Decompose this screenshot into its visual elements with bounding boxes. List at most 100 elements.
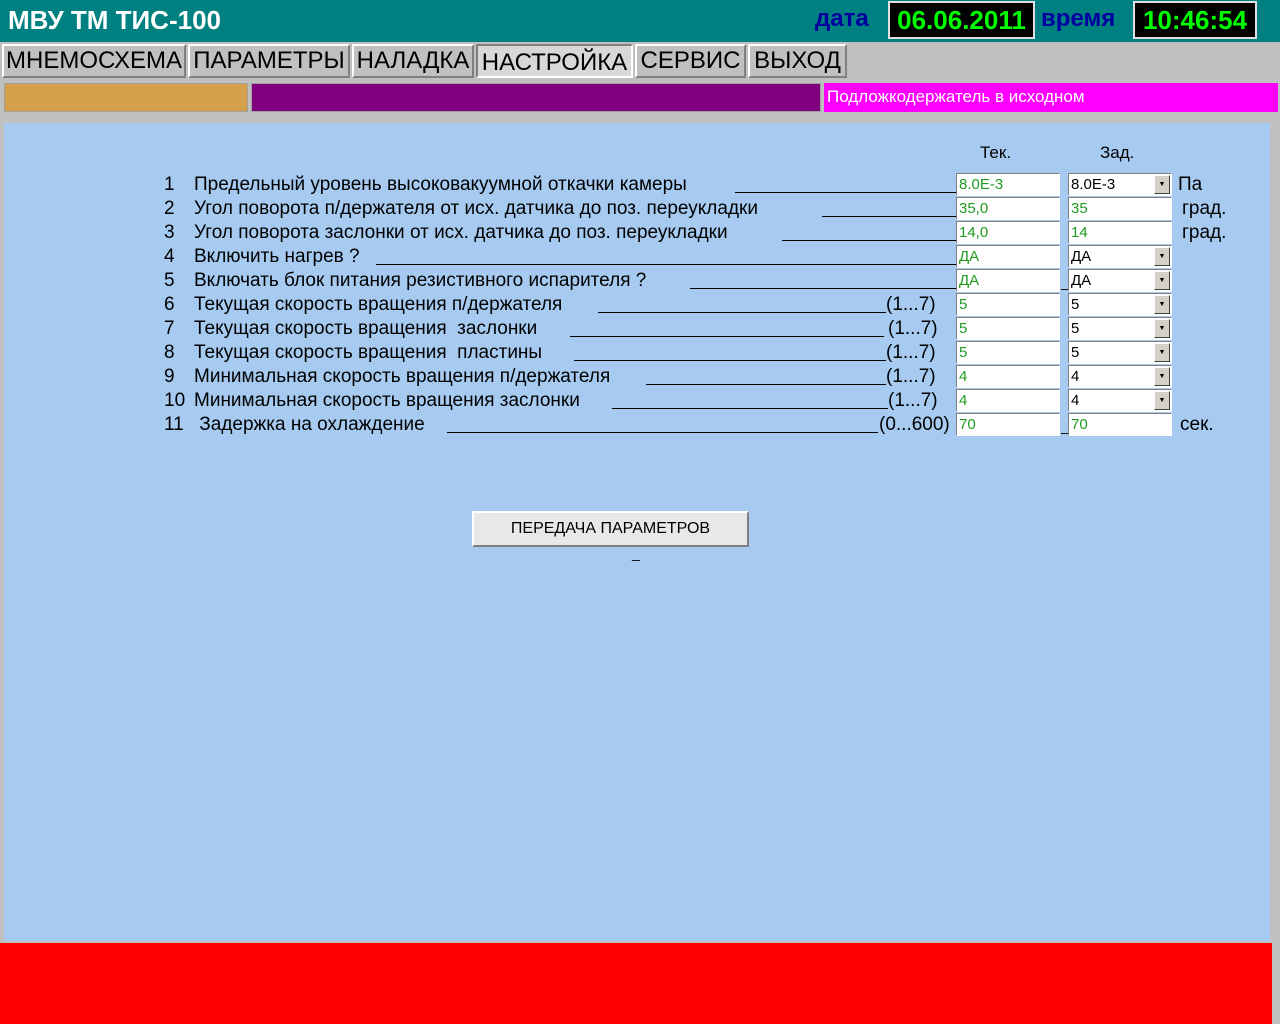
chevron-down-icon[interactable]: ▼	[1154, 247, 1170, 266]
current-value-field: 70	[956, 413, 1060, 436]
leader-line	[646, 384, 886, 385]
unit-label: Па	[1178, 174, 1203, 195]
parameter-label: Минимальная скорость вращения заслонки	[194, 390, 580, 411]
setpoint-value: 4	[1071, 392, 1080, 409]
tab-settings[interactable]: НАСТРОЙКА	[476, 44, 633, 78]
status-indicator-1	[4, 83, 248, 112]
setpoint-select[interactable]: 8.0E-3 ▼	[1068, 173, 1172, 196]
setpoint-input[interactable]: 35	[1068, 197, 1172, 220]
range-label: (1...7)	[886, 294, 936, 315]
chevron-down-icon[interactable]: ▼	[1154, 391, 1170, 410]
setpoint-select[interactable]: ДА ▼	[1068, 245, 1172, 268]
parameter-label: Включать блок питания резистивного испар…	[194, 270, 647, 291]
menu-bar: МНЕМОСХЕМА ПАРАМЕТРЫ НАЛАДКА НАСТРОЙКА С…	[0, 42, 1280, 78]
time-label: время	[1041, 5, 1116, 32]
current-value-field: 8.0E-3	[956, 173, 1060, 196]
row-number: 6	[164, 294, 175, 315]
setpoint-select[interactable]: ДА ▼	[1068, 269, 1172, 292]
setpoint-input[interactable]: 14	[1068, 221, 1172, 244]
setpoint-select[interactable]: 4 ▼	[1068, 365, 1172, 388]
parameter-label: Включить нагрев ?	[194, 246, 360, 267]
setpoint-select[interactable]: 5 ▼	[1068, 317, 1172, 340]
current-value-field: 4	[956, 365, 1060, 388]
current-value-field: 5	[956, 317, 1060, 340]
setpoint-value: 5	[1071, 320, 1080, 337]
setpoint-select[interactable]: 5 ▼	[1068, 293, 1172, 316]
leader-line	[447, 432, 878, 433]
unit-label: град.	[1182, 222, 1227, 243]
chevron-down-icon[interactable]: ▼	[1154, 295, 1170, 314]
row-number: 11	[164, 414, 184, 435]
parameter-row: 6 Текущая скорость вращения п/держателя …	[4, 292, 1270, 316]
setpoint-input[interactable]: 70	[1068, 413, 1172, 436]
leader-line	[782, 240, 956, 241]
parameter-row: 9 Минимальная скорость вращения п/держат…	[4, 364, 1270, 388]
time-display: 10:46:54	[1133, 1, 1257, 39]
tab-parameters[interactable]: ПАРАМЕТРЫ	[188, 44, 350, 78]
row-number: 1	[164, 174, 175, 195]
row-number: 5	[164, 270, 175, 291]
range-label: (1...7)	[888, 390, 938, 411]
leader-line	[570, 336, 884, 337]
settings-panel: Тек. Зад. 1 Предельный уровень высоковак…	[4, 123, 1270, 941]
parameter-label: Угол поворота п/держателя от исх. датчик…	[194, 198, 758, 219]
status-message: Подложкодержатель в исходном	[824, 83, 1278, 112]
column-header-setpoint: Зад.	[1100, 143, 1135, 162]
status-indicator-2	[251, 83, 821, 112]
parameter-row: 8 Текущая скорость вращения пластины (1.…	[4, 340, 1270, 364]
tab-exit[interactable]: ВЫХОД	[748, 44, 847, 78]
parameter-row: 1 Предельный уровень высоковакуумной отк…	[4, 172, 1270, 196]
parameter-label: Предельный уровень высоковакуумной откач…	[194, 174, 687, 195]
column-header-current: Тек.	[980, 143, 1012, 162]
chevron-down-icon[interactable]: ▼	[1154, 343, 1170, 362]
chevron-down-icon[interactable]: ▼	[1154, 367, 1170, 386]
alarm-bar	[0, 943, 1272, 1024]
setpoint-value: ДА	[1071, 272, 1092, 289]
date-label: дата	[815, 5, 869, 32]
tab-service[interactable]: СЕРВИС	[635, 44, 746, 78]
parameter-row: 5 Включать блок питания резистивного исп…	[4, 268, 1270, 292]
chevron-down-icon[interactable]: ▼	[1154, 319, 1170, 338]
current-value-field: 4	[956, 389, 1060, 412]
parameter-row: 10 Минимальная скорость вращения заслонк…	[4, 388, 1270, 412]
unit-label: сек.	[1180, 414, 1214, 435]
row-number: 3	[164, 222, 175, 243]
row-number: 4	[164, 246, 175, 267]
chevron-down-icon[interactable]: ▼	[1154, 271, 1170, 290]
chevron-down-icon[interactable]: ▼	[1154, 175, 1170, 194]
parameter-label: Текущая скорость вращения заслонки	[194, 318, 538, 339]
row-number: 9	[164, 366, 175, 387]
range-label: (1...7)	[888, 318, 938, 339]
parameter-label: Минимальная скорость вращения п/держател…	[194, 366, 611, 387]
setpoint-value: 8.0E-3	[1071, 176, 1116, 193]
current-value-field: ДА	[956, 245, 1060, 268]
current-value-field: 35,0	[956, 197, 1060, 220]
setpoint-value: 4	[1071, 368, 1080, 385]
parameter-row: 11 Задержка на охлаждение (0...600) 70 _…	[4, 412, 1270, 436]
range-label: (0...600)	[879, 414, 950, 435]
leader-line	[690, 288, 956, 289]
unit-label: град.	[1182, 198, 1227, 219]
parameter-row: 4 Включить нагрев ? ДА ДА ▼	[4, 244, 1270, 268]
app-title: МВУ ТМ ТИС-100	[8, 5, 221, 35]
setpoint-select[interactable]: 4 ▼	[1068, 389, 1172, 412]
parameter-row: 3 Угол поворота заслонки от исх. датчика…	[4, 220, 1270, 244]
tab-mnemoscheme[interactable]: МНЕМОСХЕМА	[2, 44, 186, 78]
row-number: 10	[164, 390, 186, 411]
range-label: (1...7)	[886, 366, 936, 387]
current-value-field: ДА	[956, 269, 1060, 292]
setpoint-select[interactable]: 5 ▼	[1068, 341, 1172, 364]
setpoint-value: ДА	[1071, 248, 1092, 265]
parameter-label: Текущая скорость вращения п/держателя	[194, 294, 563, 315]
setpoint-value: 5	[1071, 296, 1080, 313]
tab-adjustment[interactable]: НАЛАДКА	[352, 44, 474, 78]
parameter-label: Задержка на охлаждение	[194, 414, 425, 435]
send-parameters-button[interactable]: ПЕРЕДАЧА ПАРАМЕТРОВ	[472, 511, 749, 547]
leader-line	[822, 216, 956, 217]
leader-line	[376, 264, 956, 265]
current-value-field: 14,0	[956, 221, 1060, 244]
title-bar: МВУ ТМ ТИС-100 дата 06.06.2011 время 10:…	[0, 0, 1280, 42]
parameter-label: Текущая скорость вращения пластины	[194, 342, 543, 363]
row-number: 7	[164, 318, 175, 339]
separator: _	[632, 545, 640, 561]
